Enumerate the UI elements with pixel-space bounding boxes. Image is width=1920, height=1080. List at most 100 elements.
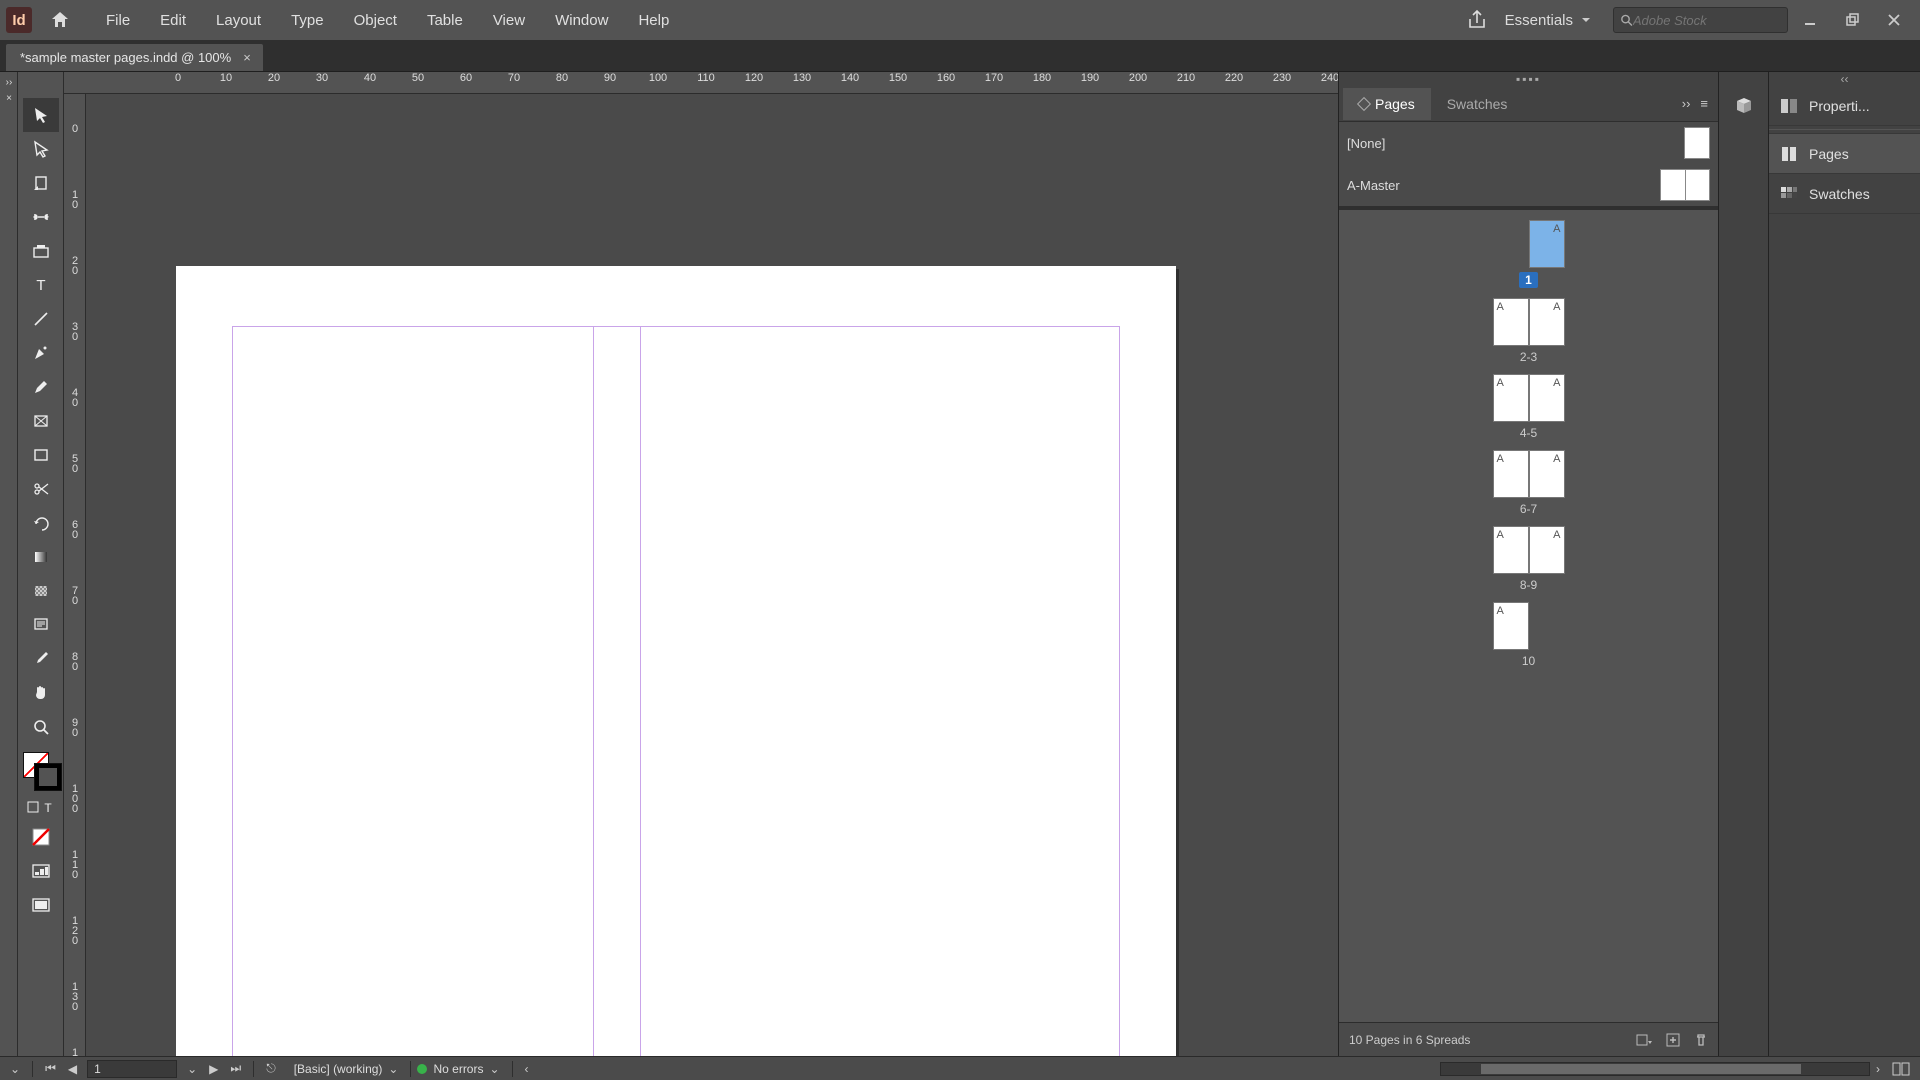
spread-item[interactable]: A1 — [1339, 220, 1718, 288]
dock-properties[interactable]: Properti... — [1769, 86, 1920, 126]
menu-help[interactable]: Help — [624, 6, 683, 35]
content-collector-tool[interactable] — [23, 234, 59, 268]
split-view-icon[interactable] — [1886, 1062, 1916, 1076]
page-thumb[interactable]: A — [1529, 298, 1565, 346]
zoom-tool[interactable] — [23, 710, 59, 744]
menu-edit[interactable]: Edit — [146, 6, 200, 35]
window-minimize[interactable] — [1790, 5, 1830, 35]
strip-close-icon[interactable]: × — [0, 90, 18, 106]
document-canvas[interactable]: 0102030405060708090100110120130140150160… — [64, 72, 1338, 1056]
home-button[interactable] — [44, 4, 76, 36]
delete-page-icon[interactable] — [1694, 1033, 1708, 1047]
page-dropdown-icon[interactable]: ⌄ — [181, 1062, 203, 1076]
prev-page-icon[interactable]: ◀ — [62, 1062, 83, 1076]
apply-none[interactable] — [23, 820, 59, 854]
spread-item[interactable]: A10 — [1339, 602, 1718, 668]
preflight-dropdown-icon[interactable]: ⌄ — [483, 1062, 505, 1076]
menu-layout[interactable]: Layout — [202, 6, 275, 35]
eyedropper-tool[interactable] — [23, 642, 59, 676]
menu-object[interactable]: Object — [340, 6, 411, 35]
line-tool[interactable] — [23, 302, 59, 336]
page-thumb[interactable]: A — [1529, 526, 1565, 574]
scroll-right-icon[interactable]: › — [1870, 1062, 1886, 1076]
menu-window[interactable]: Window — [541, 6, 622, 35]
hand-tool[interactable] — [23, 676, 59, 710]
page-thumb[interactable]: A — [1529, 220, 1565, 268]
menu-table[interactable]: Table — [413, 6, 477, 35]
menu-view[interactable]: View — [479, 6, 539, 35]
page-thumb[interactable]: A — [1493, 602, 1529, 650]
window-close[interactable] — [1874, 5, 1914, 35]
page-thumb[interactable]: A — [1529, 374, 1565, 422]
scissors-tool[interactable] — [23, 472, 59, 506]
formatting-container-toggle[interactable]: T — [23, 794, 59, 820]
pages-list[interactable]: A1AA2-3AA4-5AA6-7AA8-9A10 — [1339, 210, 1718, 1022]
spread-item[interactable]: AA8-9 — [1339, 526, 1718, 592]
spread-item[interactable]: AA4-5 — [1339, 374, 1718, 440]
edit-page-size-icon[interactable] — [1636, 1033, 1652, 1047]
page-thumb[interactable]: A — [1493, 526, 1529, 574]
arrange-documents-icon[interactable]: ›› — [0, 74, 18, 90]
panel-collapse-icon[interactable]: ›› — [1682, 96, 1691, 111]
window-restore[interactable] — [1832, 5, 1872, 35]
cc-libraries-icon[interactable] — [1724, 86, 1764, 126]
page-thumb[interactable]: A — [1529, 450, 1565, 498]
spread-item[interactable]: AA2-3 — [1339, 298, 1718, 364]
dock-swatches[interactable]: Swatches — [1769, 174, 1920, 214]
vertical-ruler[interactable]: 0102030405060708090100110120130140150 — [64, 94, 86, 1056]
free-transform-tool[interactable] — [23, 506, 59, 540]
right-dock-grip[interactable]: ‹‹ — [1769, 72, 1920, 86]
preflight-status-text[interactable]: No errors — [433, 1062, 483, 1076]
page-thumb[interactable]: A — [1493, 374, 1529, 422]
tab-swatches[interactable]: Swatches — [1431, 88, 1524, 120]
page-spread[interactable] — [176, 266, 1176, 1056]
dock-pages[interactable]: Pages — [1769, 134, 1920, 174]
last-page-icon[interactable]: ⏭ — [224, 1061, 247, 1076]
page-thumb[interactable]: A — [1493, 450, 1529, 498]
stroke-swatch[interactable] — [35, 764, 61, 790]
panel-menu-icon[interactable]: ≡ — [1700, 96, 1708, 111]
master-a-row[interactable]: A-Master — [1339, 164, 1718, 206]
share-button[interactable] — [1461, 4, 1493, 36]
view-mode-toggle[interactable] — [23, 854, 59, 888]
profile-dropdown-icon[interactable]: ⌄ — [382, 1062, 404, 1076]
page-thumb[interactable]: A — [1493, 298, 1529, 346]
next-page-icon[interactable]: ▶ — [203, 1062, 224, 1076]
stock-search-input[interactable] — [1633, 13, 1781, 28]
document-tab[interactable]: *sample master pages.indd @ 100% × — [6, 44, 263, 71]
gradient-swatch-tool[interactable] — [23, 540, 59, 574]
document-tab-close[interactable]: × — [243, 50, 251, 65]
menu-file[interactable]: File — [92, 6, 144, 35]
horizontal-scrollbar[interactable] — [1440, 1062, 1870, 1076]
fill-stroke-swatch[interactable] — [21, 750, 61, 794]
screen-mode-toggle[interactable] — [23, 888, 59, 922]
rectangle-frame-tool[interactable] — [23, 404, 59, 438]
scroll-left-icon[interactable]: ‹ — [519, 1062, 535, 1076]
pencil-tool[interactable] — [23, 370, 59, 404]
rectangle-tool[interactable] — [23, 438, 59, 472]
note-tool[interactable] — [23, 608, 59, 642]
open-dialog-icon[interactable]: ⎋ — [260, 1061, 282, 1076]
workspace-switcher[interactable]: Essentials — [1495, 8, 1601, 33]
direct-selection-tool[interactable] — [23, 132, 59, 166]
menu-type[interactable]: Type — [277, 6, 338, 35]
scrollbar-thumb[interactable] — [1481, 1064, 1801, 1074]
selection-tool[interactable] — [23, 98, 59, 132]
stock-search[interactable] — [1613, 7, 1788, 33]
panel-collapse-grip[interactable]: ▪▪▪▪ — [1339, 72, 1718, 86]
new-page-icon[interactable] — [1666, 1033, 1680, 1047]
type-tool[interactable]: T — [23, 268, 59, 302]
page-tool[interactable] — [23, 166, 59, 200]
gradient-feather-tool[interactable] — [23, 574, 59, 608]
pen-tool[interactable] — [23, 336, 59, 370]
tab-pages[interactable]: Pages — [1343, 88, 1431, 120]
horizontal-ruler[interactable]: 0102030405060708090100110120130140150160… — [64, 72, 1338, 94]
preflight-profile[interactable]: [Basic] (working) — [294, 1062, 383, 1076]
zoom-menu-icon[interactable]: ⌄ — [4, 1062, 26, 1076]
spread-label: 6-7 — [1520, 502, 1537, 516]
master-none-row[interactable]: [None] — [1339, 122, 1718, 164]
first-page-icon[interactable]: ⏮ — [39, 1061, 62, 1076]
gap-tool[interactable] — [23, 200, 59, 234]
page-number-field[interactable]: 1 — [87, 1060, 177, 1078]
spread-item[interactable]: AA 6-7 — [1339, 450, 1718, 516]
